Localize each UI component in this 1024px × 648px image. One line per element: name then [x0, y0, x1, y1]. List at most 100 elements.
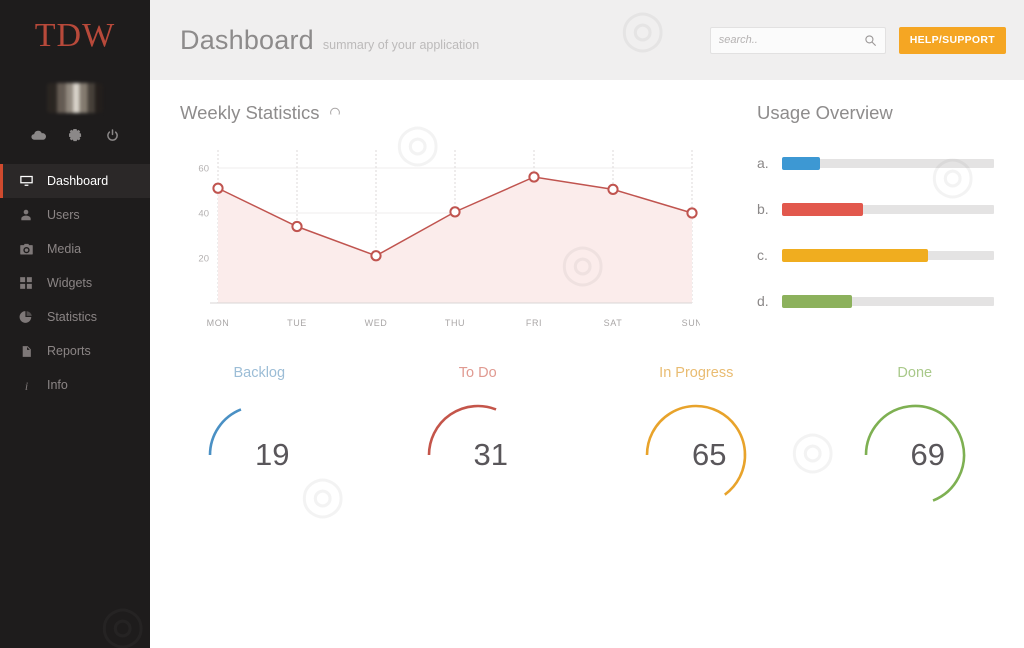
- gauge-widget: Backlog 19: [150, 365, 369, 515]
- usage-bar-row: d.: [757, 278, 994, 324]
- weekly-statistics-panel: Weekly Statistics 20 40 60 MON TUE WED THU FRI S…: [150, 102, 710, 335]
- sidebar-item-dashboard[interactable]: Dashboard: [0, 164, 150, 198]
- x-axis-tick-label: THU: [445, 318, 465, 328]
- panel-title-text: Usage Overview: [757, 102, 893, 123]
- camera-icon: [18, 241, 34, 257]
- svg-text:i: i: [24, 379, 27, 392]
- x-axis-tick-label: FRI: [526, 318, 542, 328]
- sidebar-item-label: Statistics: [47, 310, 98, 324]
- sidebar-item-media[interactable]: Media: [0, 232, 150, 266]
- x-axis-tick-label: TUE: [287, 318, 307, 328]
- y-axis-tick-label: 60: [198, 164, 209, 175]
- usage-bar-label: c.: [757, 247, 768, 263]
- page-title: Dashboard: [180, 24, 314, 55]
- sidebar-quick-actions: [0, 124, 150, 160]
- usage-bar-row: a.: [757, 140, 994, 186]
- sidebar-item-label: Media: [47, 242, 82, 256]
- page-subtitle: summary of your application: [322, 38, 480, 52]
- chart-data-point: [212, 182, 224, 194]
- usage-bar-list: a. b. c. d.: [757, 140, 994, 324]
- sidebar-item-statistics[interactable]: Statistics: [0, 300, 150, 334]
- search-box[interactable]: [709, 26, 886, 54]
- weekly-line-chart: 20 40 60 MON TUE WED THU FRI SAT SUN: [180, 140, 700, 335]
- gauge-widget: Done 69: [806, 365, 1024, 515]
- gauge-value: 65: [692, 437, 727, 472]
- gauge-label: Done: [897, 365, 933, 381]
- gauge-label: To Do: [458, 365, 497, 381]
- gauge-ring: 69: [855, 395, 975, 515]
- pie-chart-icon: [18, 309, 34, 325]
- gear-icon[interactable]: [66, 126, 84, 144]
- usage-overview-title-row: Usage Overview: [757, 102, 994, 124]
- gauge-row: Backlog 19 To Do 31 In Progress 65 Done 69: [150, 335, 1024, 515]
- x-axis-tick-label: MON: [207, 318, 230, 328]
- usage-bar-track[interactable]: [782, 202, 994, 216]
- gauge-widget: To Do 31: [369, 365, 588, 515]
- panel-title-text: Weekly Statistics: [180, 102, 320, 123]
- line-chart-svg: 20 40 60 MON TUE WED THU FRI SAT SUN: [198, 150, 700, 328]
- gauge-widget: In Progress 65: [587, 365, 806, 515]
- usage-bar-label: a.: [757, 155, 769, 171]
- y-axis-tick-label: 20: [198, 254, 209, 265]
- sidebar: TDW Dashboard Users Media Widgets Statis…: [0, 0, 150, 648]
- chart-data-point: [291, 220, 303, 233]
- chart-data-point: [528, 171, 540, 183]
- brand-logo[interactable]: TDW: [0, 0, 150, 72]
- brand-logo-text: TDW: [34, 17, 116, 54]
- chart-data-point: [370, 250, 382, 262]
- sidebar-item-info[interactable]: i Info: [0, 368, 150, 402]
- gauge-ring: 65: [636, 395, 756, 515]
- help-support-button[interactable]: HELP/SUPPORT: [898, 26, 1006, 54]
- dashboard-app: TDW Dashboard Users Media Widgets Statis…: [0, 0, 1024, 648]
- chart-data-point: [607, 183, 619, 195]
- sidebar-item-users[interactable]: Users: [0, 198, 150, 232]
- grid-icon: [18, 275, 34, 291]
- usage-bar-track[interactable]: [782, 248, 994, 262]
- header: Dashboard summary of your application HE…: [150, 0, 1024, 80]
- cloud-icon[interactable]: [29, 126, 47, 144]
- usage-overview-panel: Usage Overview a. b. c. d.: [710, 102, 1024, 335]
- sidebar-item-label: Widgets: [47, 276, 93, 290]
- chart-data-point: [449, 206, 461, 218]
- search-icon[interactable]: [864, 34, 877, 47]
- usage-bar-fill: [782, 248, 929, 262]
- info-icon: i: [18, 377, 34, 393]
- avatar[interactable]: [47, 83, 103, 113]
- monitor-icon: [18, 173, 34, 189]
- gauge-ring: 19: [199, 395, 319, 515]
- usage-bar-fill: [782, 294, 852, 308]
- power-icon[interactable]: [103, 126, 121, 144]
- x-axis-tick-label: WED: [365, 318, 388, 328]
- usage-bar-track[interactable]: [782, 294, 994, 308]
- x-axis-tick-label: SAT: [604, 318, 623, 328]
- usage-bar-track[interactable]: [782, 156, 994, 170]
- sidebar-item-label: Reports: [47, 344, 91, 358]
- sidebar-item-label: Dashboard: [47, 174, 109, 188]
- x-axis-tick-label: SUN: [682, 318, 700, 328]
- usage-bar-fill: [782, 202, 863, 216]
- search-input[interactable]: [718, 34, 864, 46]
- gauge-value: 31: [473, 437, 508, 472]
- sidebar-nav: Dashboard Users Media Widgets Statistics…: [0, 164, 150, 402]
- y-axis-tick-label: 40: [198, 209, 209, 220]
- sidebar-item-reports[interactable]: Reports: [0, 334, 150, 368]
- refresh-icon[interactable]: [328, 106, 342, 120]
- gauge-value: 69: [910, 437, 945, 472]
- user-icon: [18, 207, 34, 223]
- usage-bar-row: b.: [757, 186, 994, 232]
- main-content: Dashboard summary of your application HE…: [150, 0, 1024, 648]
- sidebar-item-label: Users: [47, 208, 80, 222]
- header-actions: HELP/SUPPORT: [709, 26, 1006, 54]
- panels-row: Weekly Statistics 20 40 60 MON TUE WED THU FRI S…: [150, 80, 1024, 335]
- gauge-ring: 31: [418, 395, 538, 515]
- chart-data-point: [686, 207, 698, 219]
- usage-bar-row: c.: [757, 232, 994, 278]
- gauge-label: In Progress: [659, 365, 734, 381]
- avatar-wrapper: [0, 72, 150, 124]
- sidebar-item-widgets[interactable]: Widgets: [0, 266, 150, 300]
- weekly-statistics-title-row: Weekly Statistics: [180, 102, 710, 124]
- sidebar-item-label: Info: [47, 378, 68, 392]
- usage-bar-label: d.: [757, 293, 769, 309]
- document-icon: [18, 343, 34, 359]
- gauge-label: Backlog: [233, 365, 286, 381]
